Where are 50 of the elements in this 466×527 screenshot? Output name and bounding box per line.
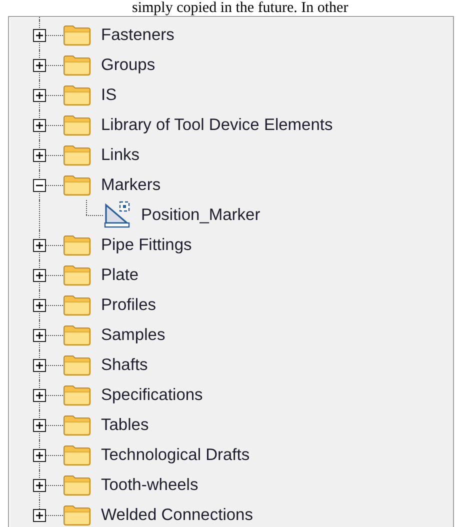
tree-item[interactable]: Technological Drafts [101,446,250,464]
expand-icon[interactable] [33,479,46,492]
folder-icon [63,294,91,316]
folder-icon [63,414,91,436]
tree-item[interactable]: Groups [101,56,156,74]
expand-icon[interactable] [33,299,46,312]
caption-text: simply copied in the future. In other [131,0,350,16]
folder-icon [63,114,91,136]
tree-item[interactable]: Tooth-wheels [101,476,198,494]
folder-icon [63,144,91,166]
tree-item[interactable]: Shafts [101,356,148,374]
expand-icon[interactable] [33,509,46,522]
expand-icon[interactable] [33,89,46,102]
tree-item[interactable]: Links [101,146,140,164]
expand-icon[interactable] [33,269,46,282]
folder-icon [63,234,91,256]
folder-icon [63,504,91,526]
expand-icon[interactable] [33,449,46,462]
folder-icon [63,54,91,76]
expand-icon[interactable] [33,419,46,432]
collapse-icon[interactable] [33,179,46,192]
tree-item[interactable]: Library of Tool Device Elements [101,116,333,134]
folder-icon [63,384,91,406]
tree-item[interactable]: Pipe Fittings [101,236,192,254]
expand-icon[interactable] [33,149,46,162]
tree-item[interactable]: Samples [101,326,166,344]
expand-icon[interactable] [33,359,46,372]
folder-icon [63,474,91,496]
tree-item[interactable]: Markers [101,176,161,194]
expand-icon[interactable] [33,239,46,252]
folder-icon [63,174,91,196]
expand-icon[interactable] [33,119,46,132]
folder-icon [63,444,91,466]
tree-item[interactable]: Welded Connections [101,506,253,524]
folder-icon [63,84,91,106]
expand-icon[interactable] [33,29,46,42]
folder-icon [63,264,91,286]
expand-icon[interactable] [33,329,46,342]
tree-item[interactable]: Profiles [101,296,156,314]
folder-icon [63,354,91,376]
expand-icon[interactable] [33,389,46,402]
tree-item[interactable]: Position_Marker [141,206,260,224]
tree-item[interactable]: Specifications [101,386,203,404]
tree-item[interactable]: Tables [101,416,149,434]
tree-item[interactable]: IS [101,86,117,104]
folder-icon [63,24,91,46]
tree-item[interactable]: Fasteners [101,26,174,44]
tree-item[interactable]: Plate [101,266,139,284]
expand-icon[interactable] [33,59,46,72]
folder-icon [63,324,91,346]
